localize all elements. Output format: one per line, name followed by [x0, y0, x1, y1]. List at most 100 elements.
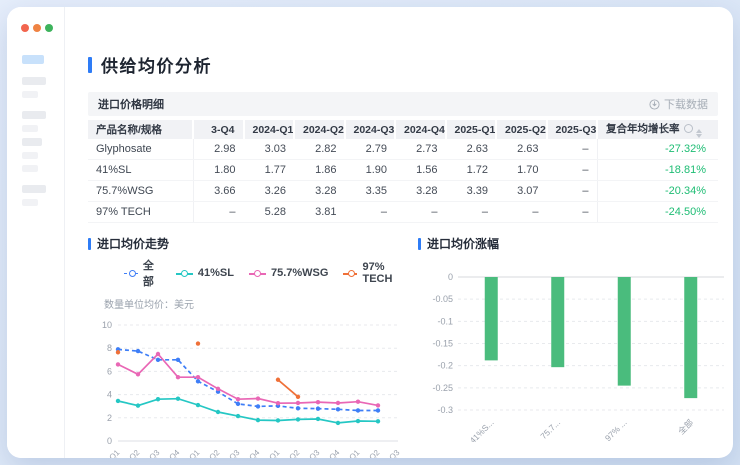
table-card-header: 进口价格明细 下载数据 [88, 92, 718, 116]
column-header: 3-Q4 [193, 120, 244, 139]
legend-label: 97% TECH [362, 261, 408, 285]
table-row: Glyphosate2.983.032.822.792.732.632.63–-… [88, 139, 718, 160]
line-chart-unit-label: 数量单位均价：美元 [104, 296, 408, 311]
column-header: 2025-Q3 [547, 120, 598, 139]
legend-item[interactable]: 41%SL [176, 267, 234, 279]
charts-section: 进口均价走势 全部 41%SL 75.7%WSG 97% TECH 数量单位均价：美元… [88, 235, 718, 458]
price-cell: – [547, 202, 598, 223]
bar [684, 277, 697, 398]
minimize-button[interactable] [33, 24, 41, 32]
table-row: 97% TECH–5.283.81–––––-24.50% [88, 202, 718, 223]
line-chart-header: 进口均价走势 [88, 235, 408, 252]
sidebar-skeleton-item [22, 125, 38, 132]
price-cell: 1.77 [244, 160, 295, 181]
info-icon[interactable] [684, 124, 693, 133]
price-cell: 3.26 [244, 181, 295, 202]
svg-text:-0.3: -0.3 [437, 405, 453, 415]
line-chart-accent-bar [88, 238, 91, 250]
download-icon [649, 99, 660, 110]
price-cell: 3.28 [294, 181, 345, 202]
legend-marker [176, 271, 193, 276]
legend-marker [249, 271, 266, 276]
column-header: 2024-Q4 [395, 120, 446, 139]
sidebar-skeleton-item-active [22, 55, 44, 64]
bar-chart-plot: 0-0.05-0.1-0.15-0.2-0.25-0.341%S...75.7.… [418, 264, 733, 442]
close-button[interactable] [21, 24, 29, 32]
column-header: 2024-Q1 [244, 120, 295, 139]
line-chart-plot: 02468102022-Q12022-Q22022-Q32022-Q42023-… [88, 311, 408, 458]
bar [485, 277, 498, 360]
sidebar-skeleton-item [22, 152, 38, 159]
sidebar [7, 7, 65, 458]
svg-text:10: 10 [102, 320, 112, 330]
price-cell: 2.63 [446, 139, 497, 160]
price-cell: 3.07 [496, 181, 547, 202]
main-content: 供给均价分析 进口价格明细 下载数据 产品名称/规格3-Q42024-Q1202… [66, 7, 733, 458]
line-chart-title: 进口均价走势 [97, 235, 169, 252]
svg-text:-0.15: -0.15 [432, 339, 453, 349]
product-name-cell: 75.7%WSG [88, 181, 193, 202]
price-cell: 3.66 [193, 181, 244, 202]
column-header: 产品名称/规格 [88, 120, 193, 139]
x-axis-labels: 2022-Q12022-Q22022-Q32022-Q42023-Q12023-… [93, 448, 402, 458]
legend-item[interactable]: 97% TECH [343, 261, 408, 285]
svg-text:-0.2: -0.2 [437, 361, 453, 371]
table-section-title: 进口价格明细 [98, 96, 164, 112]
price-cell: 3.28 [395, 181, 446, 202]
download-data-button[interactable]: 下载数据 [649, 96, 708, 112]
table-row: 75.7%WSG3.663.263.283.353.283.393.07–-20… [88, 181, 718, 202]
table-row: 41%SL1.801.771.861.901.561.721.70–-18.81… [88, 160, 718, 181]
column-header: 2025-Q2 [496, 120, 547, 139]
svg-text:2: 2 [107, 413, 112, 423]
cagr-cell: -27.32% [597, 139, 718, 160]
price-cell: – [496, 202, 547, 223]
table-header-row: 产品名称/规格3-Q42024-Q12024-Q22024-Q32024-Q42… [88, 120, 718, 139]
svg-text:0: 0 [448, 272, 453, 282]
column-header[interactable]: 复合年均增长率 [597, 120, 718, 139]
series-97% TECH [116, 341, 300, 399]
svg-text:0: 0 [107, 436, 112, 446]
sidebar-skeleton-item [22, 138, 42, 146]
sort-icon[interactable] [696, 129, 702, 138]
price-cell: 2.98 [193, 139, 244, 160]
bar-chart-accent-bar [418, 238, 421, 250]
legend-item[interactable]: 全部 [124, 257, 161, 289]
price-cell: 3.03 [244, 139, 295, 160]
sidebar-skeleton-item [22, 185, 46, 193]
cagr-cell: -18.81% [597, 160, 718, 181]
price-cell: – [193, 202, 244, 223]
cagr-cell: -20.34% [597, 181, 718, 202]
legend-label: 75.7%WSG [271, 267, 328, 279]
svg-text:-0.1: -0.1 [437, 316, 453, 326]
series-41%SL [116, 396, 380, 425]
price-cell: 1.80 [193, 160, 244, 181]
grid-lines: 0-0.05-0.1-0.15-0.2-0.25-0.3 [432, 272, 724, 415]
sidebar-skeleton-item [22, 111, 46, 119]
price-cell: 2.82 [294, 139, 345, 160]
title-accent-bar [88, 57, 92, 73]
price-cell: 1.70 [496, 160, 547, 181]
cagr-cell: -24.50% [597, 202, 718, 223]
window-controls [21, 24, 53, 32]
bar [618, 277, 631, 386]
svg-text:2022-Q1: 2022-Q1 [93, 448, 122, 458]
column-header: 2025-Q1 [446, 120, 497, 139]
legend-item[interactable]: 75.7%WSG [249, 267, 328, 279]
price-cell: – [345, 202, 396, 223]
product-name-cell: 41%SL [88, 160, 193, 181]
price-cell: 2.63 [496, 139, 547, 160]
price-cell: – [547, 160, 598, 181]
price-cell: 3.39 [446, 181, 497, 202]
price-cell: 2.79 [345, 139, 396, 160]
maximize-button[interactable] [45, 24, 53, 32]
grid-lines: 0246810 [102, 320, 398, 446]
price-cell: 1.56 [395, 160, 446, 181]
svg-text:-0.25: -0.25 [432, 383, 453, 393]
legend-label: 全部 [143, 257, 161, 289]
price-cell: – [395, 202, 446, 223]
column-header: 2024-Q2 [294, 120, 345, 139]
column-header: 2024-Q3 [345, 120, 396, 139]
sidebar-skeleton-item [22, 199, 38, 206]
bar-chart-title: 进口均价涨幅 [427, 235, 499, 252]
price-cell: 1.86 [294, 160, 345, 181]
